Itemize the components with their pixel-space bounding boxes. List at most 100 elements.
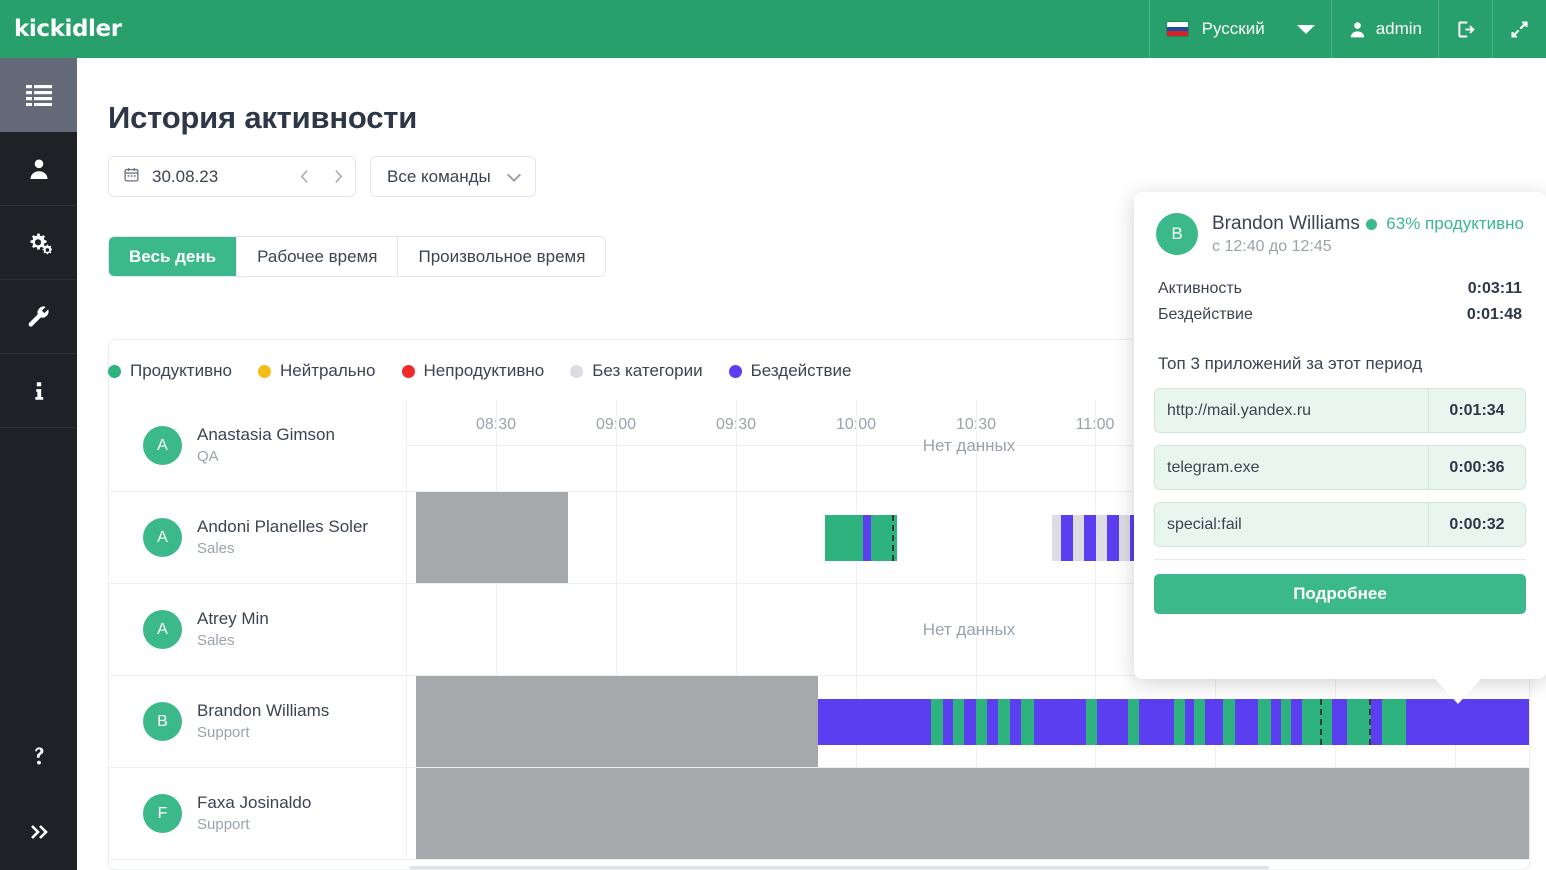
logo-text: kickidler (14, 16, 122, 42)
inactive-overlay (416, 492, 568, 583)
filter-controls: 30.08.23 Все команды (108, 156, 536, 197)
app-row[interactable]: special:fail 0:00:32 (1154, 502, 1526, 547)
employee-dept: Support (197, 815, 250, 833)
legend-dot-uncategorized (570, 364, 584, 378)
tab-custom-time[interactable]: Произвольное время (398, 237, 606, 276)
stat-label: Активность (1158, 280, 1243, 297)
prev-day-button[interactable] (287, 157, 321, 196)
calendar-icon (123, 166, 140, 188)
language-label: Русский (1201, 19, 1265, 38)
employee-cell[interactable]: A Anastasia Gimson QA (109, 400, 407, 491)
stat-value: 0:03:11 (1467, 280, 1522, 297)
activity-detail-tooltip: B Brandon Williams 63% продуктивно с 12:… (1134, 192, 1546, 679)
legend-label: Продуктивно (130, 361, 232, 380)
logout-icon (1458, 21, 1475, 37)
timeline-lane[interactable] (407, 768, 1529, 859)
stat-row: Бездействие 0:01:48 (1158, 302, 1522, 328)
avatar: A (143, 426, 182, 465)
sidebar-item-info[interactable] (0, 354, 77, 428)
app-time: 0:01:34 (1449, 401, 1505, 419)
employee-dept: Support (197, 723, 250, 741)
employee-dept: QA (197, 447, 219, 465)
tooltip-time-range: с 12:40 до 12:45 (1212, 238, 1332, 255)
employee-cell[interactable]: A Atrey Min Sales (109, 584, 407, 675)
app-row[interactable]: http://mail.yandex.ru 0:01:34 (1154, 388, 1526, 433)
logout-button[interactable] (1438, 0, 1492, 58)
avatar: B (1156, 213, 1198, 255)
app-time: 0:00:32 (1449, 515, 1505, 533)
top-bar-right: Русский admin (1148, 0, 1546, 58)
stat-value: 0:01:48 (1466, 306, 1522, 323)
legend-item-unproductive: Непродуктивно (401, 361, 545, 381)
app-name: special:fail (1155, 503, 1429, 546)
language-dropdown-button[interactable] (1281, 0, 1331, 58)
avatar: F (143, 794, 182, 833)
employee-name: Anastasia Gimson (197, 424, 335, 444)
legend-item-productive: Продуктивно (108, 361, 232, 381)
user-menu[interactable]: admin (1330, 0, 1438, 58)
more-details-button[interactable]: Подробнее (1154, 574, 1526, 614)
stat-row: Активность 0:03:11 (1158, 276, 1522, 302)
sidebar-item-activity-history[interactable] (0, 58, 77, 132)
date-picker[interactable]: 30.08.23 (108, 156, 356, 197)
employee-name: Faxa Josinaldo (197, 792, 312, 812)
sidebar-item-settings[interactable] (0, 206, 77, 280)
sidebar-item-tools[interactable] (0, 280, 77, 354)
legend-dot-idle (728, 364, 742, 378)
app-time: 0:00:36 (1449, 458, 1505, 476)
employee-cell[interactable]: A Andoni Planelles Soler Sales (109, 492, 407, 583)
user-icon (30, 159, 47, 179)
caret-down-icon (1296, 24, 1315, 34)
avatar: B (143, 702, 182, 741)
fullscreen-button[interactable] (1492, 0, 1546, 58)
timeline-lane[interactable] (407, 676, 1529, 767)
app-row[interactable]: telegram.exe 0:00:36 (1154, 445, 1526, 490)
horizontal-scrollbar[interactable] (109, 865, 1529, 869)
inactive-overlay (416, 676, 818, 767)
chevron-left-icon (300, 170, 308, 183)
employee-cell[interactable]: F Faxa Josinaldo Support (109, 768, 407, 859)
table-row[interactable]: B Brandon Williams Support (109, 676, 1529, 768)
employee-cell[interactable]: B Brandon Williams Support (109, 676, 407, 767)
expand-icon (1511, 20, 1528, 38)
legend-item-uncategorized: Без категории (570, 361, 703, 381)
legend-label: Нейтрально (279, 361, 376, 380)
chevron-right-icon (334, 170, 342, 183)
employee-name: Atrey Min (197, 608, 269, 628)
avatar: A (143, 518, 182, 557)
legend-item-neutral: Нейтрально (257, 361, 376, 381)
tab-working-time[interactable]: Рабочее время (237, 237, 399, 276)
legend-dot-productive (108, 364, 121, 378)
tab-all-day[interactable]: Весь день (109, 237, 238, 276)
question-icon (34, 747, 43, 765)
wrench-icon (28, 306, 49, 327)
tooltip-header: B Brandon Williams 63% продуктивно с 12:… (1134, 192, 1546, 256)
avatar: A (143, 610, 182, 649)
table-row[interactable]: F Faxa Josinaldo Support (109, 768, 1529, 860)
employee-dept: Sales (197, 631, 235, 649)
employee-name: Brandon Williams (197, 700, 330, 720)
sidebar-expand-button[interactable] (0, 794, 77, 870)
next-day-button[interactable] (321, 157, 355, 196)
language-selector[interactable]: Русский (1148, 0, 1281, 58)
legend: Продуктивно Нейтрально Непродуктивно Без… (108, 361, 851, 381)
team-selector[interactable]: Все команды (370, 156, 536, 197)
legend-label: Бездействие (750, 361, 852, 380)
employee-name: Andoni Planelles Soler (197, 516, 369, 536)
legend-item-idle: Бездействие (728, 361, 852, 381)
flag-russia-icon (1165, 21, 1189, 37)
legend-label: Без категории (592, 361, 703, 380)
inactive-overlay (416, 768, 1529, 859)
legend-label: Непродуктивно (423, 361, 545, 380)
chevron-down-icon (506, 167, 521, 182)
team-value: Все команды (387, 166, 491, 186)
productivity-dot (1366, 218, 1378, 230)
left-sidebar (0, 58, 77, 870)
list-icon (25, 84, 52, 106)
app-logo[interactable]: kickidler (0, 0, 122, 58)
time-range-tabs: Весь день Рабочее время Произвольное вре… (108, 236, 607, 277)
sidebar-item-employees[interactable] (0, 132, 77, 206)
sidebar-item-help[interactable] (0, 718, 77, 794)
user-icon (1350, 21, 1364, 37)
